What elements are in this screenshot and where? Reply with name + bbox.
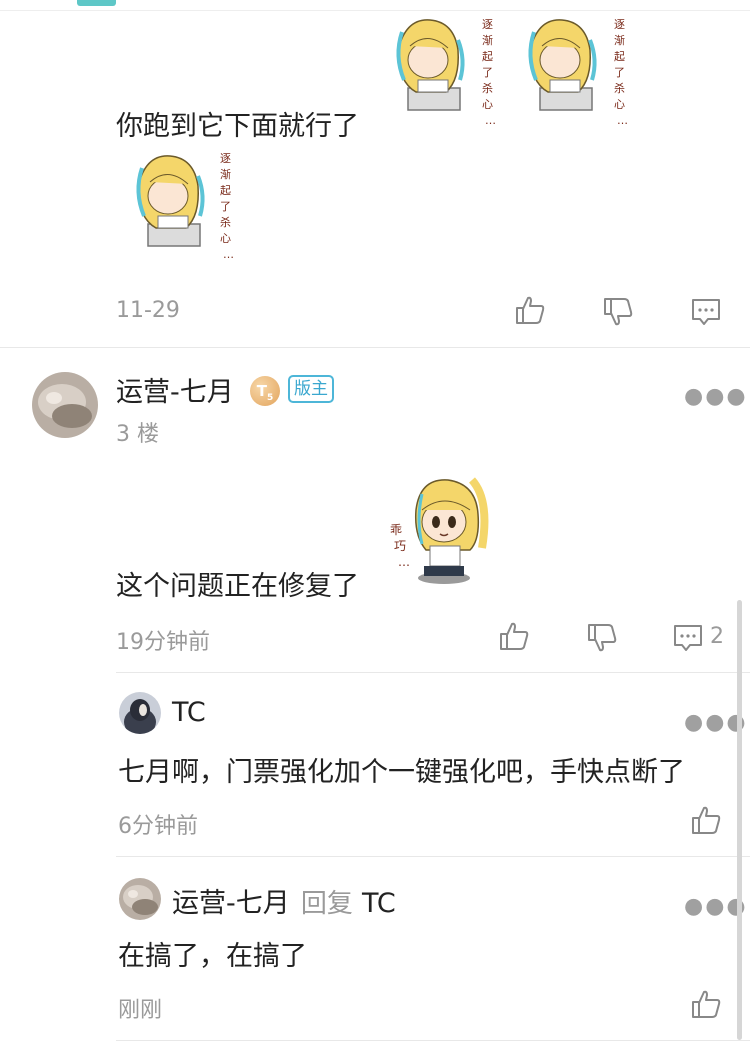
svg-text:逐: 逐 [482, 18, 493, 31]
avatar[interactable] [32, 372, 98, 438]
svg-text:逐: 逐 [220, 152, 231, 165]
svg-text:杀: 杀 [220, 215, 231, 229]
comment-text: 这个问题正在修复了 [116, 571, 359, 602]
level-badge-letter: T [256, 382, 267, 400]
thumbs-down-icon[interactable] [586, 622, 618, 654]
svg-text:渐: 渐 [220, 167, 231, 181]
reply-username[interactable]: 运营-七月 [172, 888, 290, 919]
reply-label: 回复 [300, 889, 353, 919]
sticker-image: 乖 巧 … [386, 470, 498, 590]
more-icon[interactable]: ●●● [684, 384, 748, 409]
prev-comment: 你跑到它下面就行了 逐 渐 起 了 杀 心 … 逐 渐 起 了 杀 心 … 逐 … [0, 0, 750, 345]
thumbs-up-icon[interactable] [690, 988, 722, 1020]
comment-time: 11-29 [116, 298, 180, 323]
sticker-image: 逐 渐 起 了 杀 心 … [388, 10, 500, 130]
svg-text:心: 心 [614, 98, 625, 111]
svg-text:…: … [617, 114, 628, 127]
reply-text: 七月啊，门票强化加个一键强化吧，手快点断了 [118, 757, 685, 788]
svg-text:杀: 杀 [482, 81, 493, 95]
reply-count[interactable]: 2 [710, 624, 724, 649]
sticker-image: 逐 渐 起 了 杀 心 … [520, 10, 632, 130]
thumbs-down-icon[interactable] [602, 296, 634, 328]
reply-text: 在搞了，在搞了 [118, 941, 307, 972]
floor-number: 3 楼 [116, 422, 159, 447]
svg-text:了: 了 [614, 66, 625, 79]
level-badge-number: 5 [266, 393, 274, 403]
sticker-image: 逐 渐 起 了 杀 心 … [128, 142, 240, 266]
svg-text:杀: 杀 [614, 81, 625, 95]
svg-text:起: 起 [220, 184, 231, 197]
reply-time: 刚刚 [118, 998, 163, 1023]
svg-text:心: 心 [482, 98, 493, 111]
reply-divider [116, 1040, 750, 1041]
svg-text:巧: 巧 [394, 539, 406, 553]
svg-text:…: … [223, 248, 234, 261]
comment-text: 你跑到它下面就行了 [116, 111, 359, 142]
svg-text:逐: 逐 [614, 18, 625, 31]
svg-text:…: … [398, 555, 410, 569]
reply-header: 运营-七月 回复 TC [172, 881, 396, 920]
svg-text:渐: 渐 [614, 33, 625, 47]
reply-username[interactable]: TC [172, 697, 206, 728]
comment-divider [0, 347, 750, 348]
svg-text:了: 了 [482, 66, 493, 79]
reply-avatar[interactable] [119, 692, 161, 734]
level-badge: T5 [250, 376, 280, 406]
reply-avatar[interactable] [119, 878, 161, 920]
thumbs-up-icon[interactable] [498, 620, 530, 652]
svg-text:起: 起 [614, 50, 625, 63]
comment-icon[interactable] [690, 296, 722, 328]
reply-time: 6分钟前 [118, 814, 198, 839]
comment-icon[interactable] [672, 622, 704, 654]
thumbs-up-icon[interactable] [514, 294, 546, 326]
comment-time: 19分钟前 [116, 630, 210, 655]
svg-text:乖: 乖 [390, 523, 402, 537]
reply-target[interactable]: TC [362, 888, 396, 919]
username[interactable]: 运营-七月 [116, 370, 234, 409]
scrollbar[interactable] [737, 600, 742, 1040]
svg-text:心: 心 [220, 232, 231, 245]
moderator-badge: 版主 [288, 375, 334, 403]
reply-divider [116, 672, 750, 673]
svg-text:…: … [485, 114, 496, 127]
reply-divider [116, 856, 750, 857]
svg-text:起: 起 [482, 50, 493, 63]
thumbs-up-icon[interactable] [690, 804, 722, 836]
svg-text:了: 了 [220, 200, 231, 213]
svg-text:渐: 渐 [482, 33, 493, 47]
